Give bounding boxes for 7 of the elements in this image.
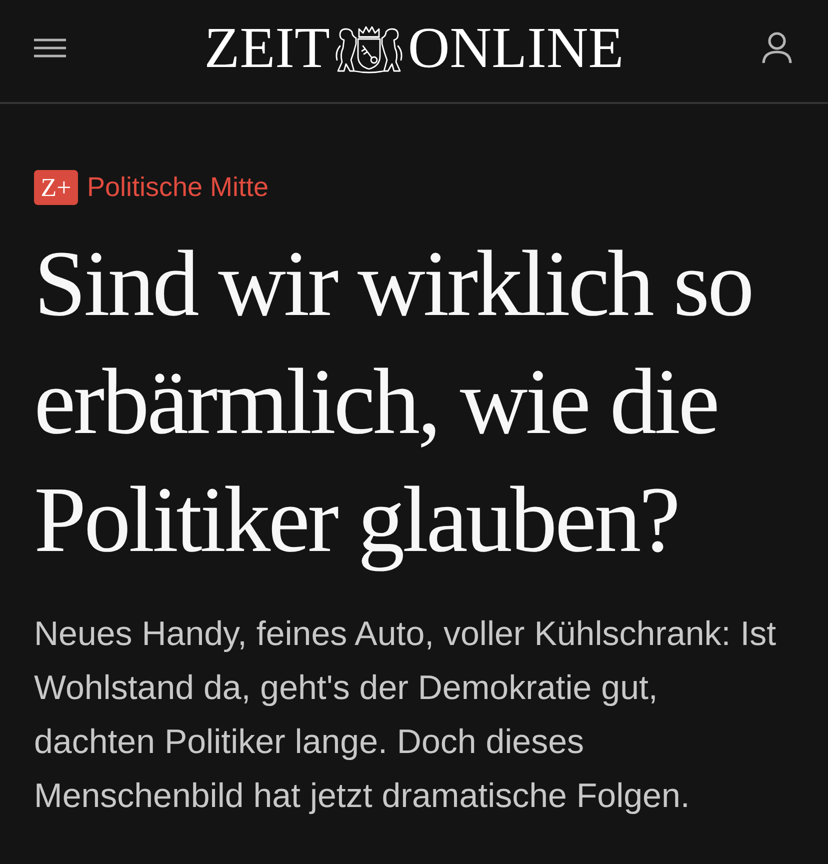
plus-badge: Z+ <box>34 170 78 205</box>
teaser-text: Neues Handy, feines Auto, voller Kühlschrank: Ist Wohlstand da, geht's der Demokratie gut, dachten Politiker lange. Doch dieses Menschenbild hat jetzt dramatische Folgen. <box>34 614 778 817</box>
user-icon[interactable] <box>762 32 792 64</box>
headline: Sind wir wirklich so erbärmlich, wie die Politiker glauben? <box>34 231 754 574</box>
menu-icon[interactable] <box>34 38 66 58</box>
site-logo[interactable]: ZEIT ONLINE <box>204 18 624 78</box>
kicker-label[interactable]: Politische Mitte <box>87 170 269 205</box>
